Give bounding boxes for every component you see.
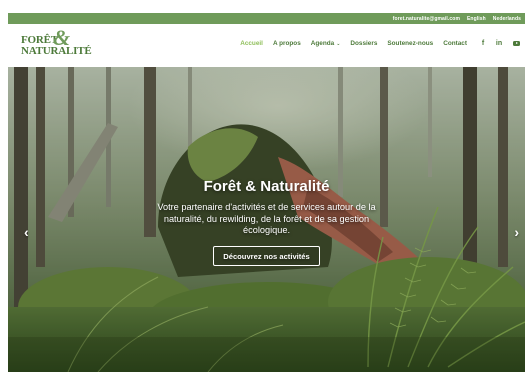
hero-content: Forêt & Naturalité Votre partenaire d'ac… bbox=[8, 178, 525, 266]
nav-item-agenda-label: Agenda bbox=[310, 40, 335, 47]
top-utility-bar: foret.naturalite@gmail.com English Neder… bbox=[8, 13, 525, 24]
linkedin-icon[interactable]: in bbox=[495, 40, 503, 47]
hero-slider: ‹ › Forêt & Naturalité Votre partenaire … bbox=[8, 67, 525, 372]
email-link[interactable]: foret.naturalite@gmail.com bbox=[393, 16, 460, 22]
nav-item-dossiers[interactable]: Dossiers bbox=[350, 40, 377, 47]
page: foret.naturalite@gmail.com English Neder… bbox=[0, 0, 525, 372]
facebook-icon[interactable]: f bbox=[479, 40, 487, 47]
language-dutch-link[interactable]: Nederlands bbox=[493, 16, 521, 22]
main-navigation: Accueil A propos Agenda ⌄ Dossiers Souten… bbox=[230, 40, 520, 47]
site-header: FORÊT & NATURALITÉ Accueil A propos Agen… bbox=[8, 24, 525, 67]
nav-item-a-propos[interactable]: A propos bbox=[273, 40, 301, 47]
hero-title: Forêt & Naturalité bbox=[203, 178, 330, 195]
logo-text-naturalite: NATURALITÉ bbox=[21, 45, 92, 57]
chevron-down-icon: ⌄ bbox=[336, 41, 341, 47]
youtube-icon[interactable] bbox=[513, 41, 520, 46]
language-english-link[interactable]: English bbox=[467, 16, 486, 22]
nav-item-contact[interactable]: Contact bbox=[443, 40, 467, 47]
nav-item-agenda[interactable]: Agenda ⌄ bbox=[311, 40, 341, 47]
slider-dots bbox=[8, 367, 525, 372]
nav-item-soutenez-nous[interactable]: Soutenez-nous bbox=[387, 40, 433, 47]
site-logo[interactable]: FORÊT & NATURALITÉ bbox=[21, 27, 92, 61]
hero-subtitle: Votre partenaire d'activités et de servi… bbox=[157, 202, 376, 235]
nav-item-accueil[interactable]: Accueil bbox=[240, 40, 263, 47]
discover-activities-button[interactable]: Découvrez nos activités bbox=[213, 245, 320, 266]
